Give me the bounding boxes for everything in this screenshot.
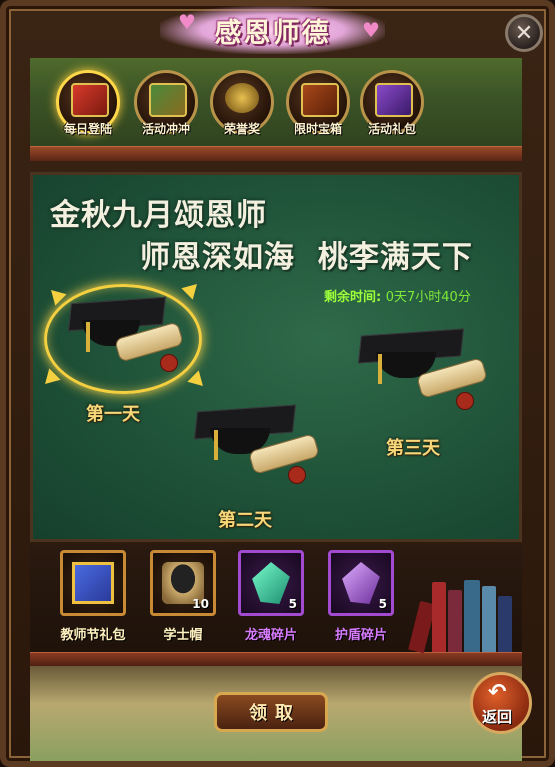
purple-crystal-icon <box>342 562 380 604</box>
reward-slot-teacher-gift[interactable] <box>60 550 126 616</box>
timer-label: 剩余时间: <box>324 290 382 305</box>
tab-label: 每日登陆 <box>63 122 112 136</box>
wax-seal <box>456 392 474 410</box>
close-button[interactable]: ✕ <box>505 14 543 52</box>
tab-label: 荣誉奖 <box>223 122 260 136</box>
reward-name: 教师节礼包 <box>60 628 126 643</box>
timer-value: 0天7小时40分 <box>385 290 471 305</box>
book-decoration <box>464 580 480 652</box>
item-count: 10 <box>192 597 209 611</box>
cap-tassel <box>86 322 90 352</box>
day-2-label: 第二天 <box>218 510 272 531</box>
day-1-label: 第一天 <box>86 404 140 425</box>
slogan-line-1: 金秋九月颂恩师 <box>50 198 267 233</box>
gift-box-icon <box>71 83 109 117</box>
book-decoration <box>482 586 496 652</box>
heart-icon: ♥ <box>178 10 196 34</box>
reward-slot-bachelor-cap[interactable]: 10 <box>150 550 216 616</box>
day-1-reward[interactable] <box>60 296 185 376</box>
cap-tassel <box>214 430 218 460</box>
book-decoration <box>498 596 512 652</box>
reward-slot-dragon-shard[interactable]: 5 <box>238 550 304 616</box>
purple-gift-icon <box>375 83 413 117</box>
reward-name: 学士帽 <box>163 628 203 643</box>
day-2-reward[interactable] <box>190 404 320 489</box>
green-crystal-icon <box>252 562 290 604</box>
book-decoration <box>432 582 446 652</box>
slogan-line-2: 师恩深如海 桃李满天下 <box>140 240 473 275</box>
reward-medal-icon <box>225 83 259 113</box>
day-3-label: 第三天 <box>386 438 440 459</box>
tab-shelf <box>30 146 522 161</box>
reward-name: 龙魂碎片 <box>244 628 297 643</box>
page-title: 感恩师德 <box>214 17 331 49</box>
remaining-time: 剩余时间: 0天7小时40分 <box>324 286 471 305</box>
back-arrow-icon: ↶ <box>488 680 507 705</box>
reward-slot-shield-shard[interactable]: 5 <box>328 550 394 616</box>
item-count: 5 <box>378 597 387 611</box>
item-count: 5 <box>288 597 297 611</box>
claim-button[interactable]: 领取 <box>214 692 328 732</box>
reward-shelf <box>30 652 522 667</box>
gift-box-icon <box>72 562 114 604</box>
tab-label: 限时宝箱 <box>293 122 342 136</box>
tab-label: 活动冲冲 <box>141 122 190 136</box>
day-3-reward[interactable] <box>356 328 488 415</box>
book-decoration <box>448 590 462 652</box>
wax-seal <box>288 466 306 484</box>
close-icon: ✕ <box>514 20 534 46</box>
treasure-box-icon <box>301 83 339 117</box>
heart-icon: ♥ <box>362 18 380 42</box>
tab-label: 活动礼包 <box>367 122 416 136</box>
treasure-chest-icon <box>149 83 187 117</box>
reward-name: 护盾碎片 <box>334 628 387 643</box>
cap-tassel <box>378 354 382 384</box>
back-button-label: 返回 <box>482 708 513 726</box>
wax-seal <box>160 354 178 372</box>
